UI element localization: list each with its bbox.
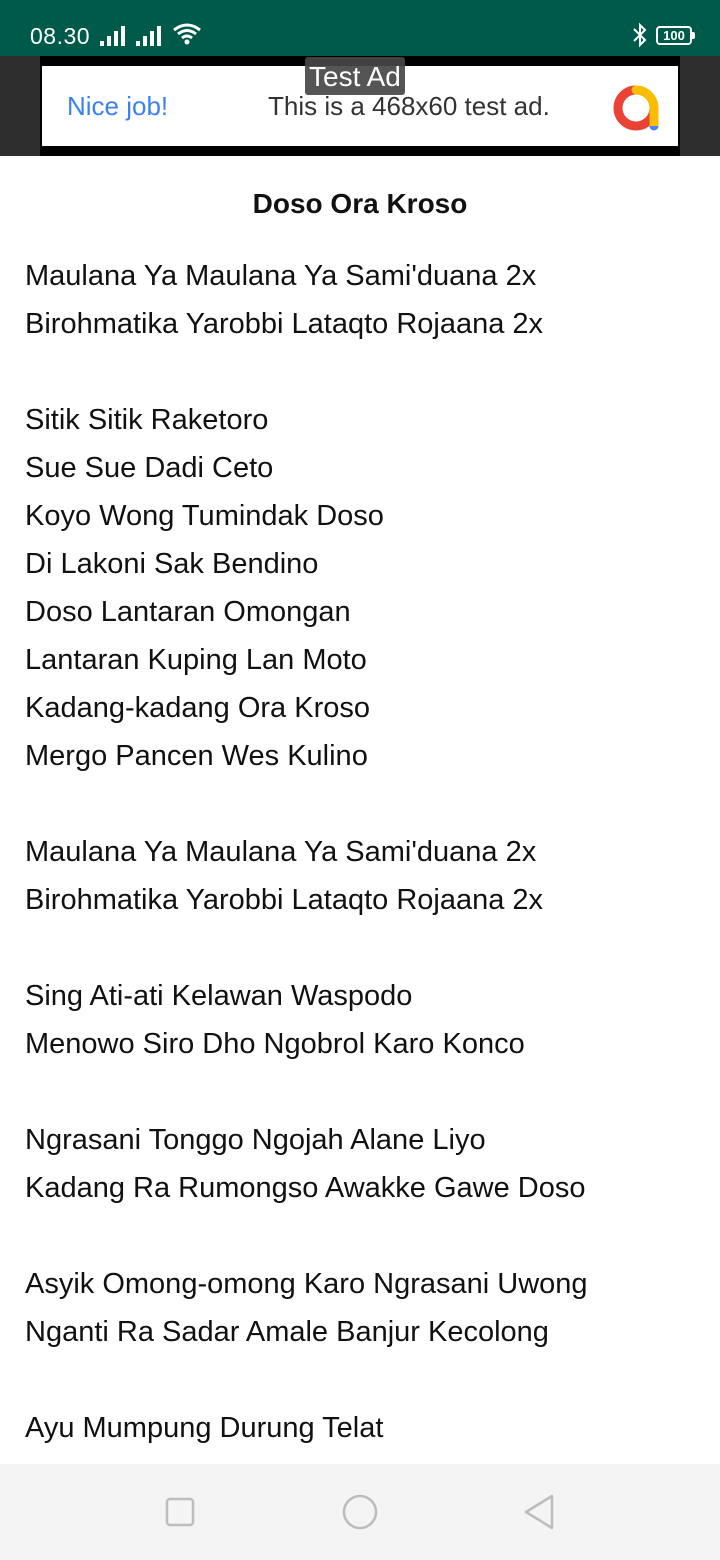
bluetooth-icon <box>633 22 647 48</box>
lyric-line: Asyik Omong-omong Karo Ngrasani Uwong <box>25 1268 588 1300</box>
lyric-line: Menowo Siro Dho Ngobrol Karo Konco <box>25 1028 525 1060</box>
lyric-line: Doso Lantaran Omongan <box>25 596 351 628</box>
battery-icon: 100 <box>656 25 695 45</box>
lyric-line: Di Lakoni Sak Bendino <box>25 548 319 580</box>
stanza-break <box>25 1212 705 1260</box>
lyrics-body: Maulana Ya Maulana Ya Sami'duana 2x Biroh… <box>25 252 705 1452</box>
lyric-line: Sue Sue Dadi Ceto <box>25 452 274 484</box>
lyric-line: Lantaran Kuping Lan Moto <box>25 644 367 676</box>
signal-icon <box>100 26 125 46</box>
ad-headline[interactable]: Nice job! <box>67 90 168 122</box>
test-ad-tag: Test Ad <box>305 57 405 95</box>
lyric-line: Birohmatika Yarobbi Lataqto Rojaana 2x <box>25 884 544 916</box>
lyric-line: Birohmatika Yarobbi Lataqto Rojaana 2x <box>25 308 544 340</box>
lyric-line: Sitik Sitik Raketoro <box>25 404 269 436</box>
status-icons-left <box>100 22 202 46</box>
status-bar: 08.30 100 <box>0 0 720 56</box>
admob-logo-icon[interactable] <box>612 84 660 132</box>
lyric-line: Kadang Ra Rumongso Awakke Gawe Doso <box>25 1172 586 1204</box>
recents-button[interactable] <box>160 1492 200 1532</box>
lyric-line: Nganti Ra Sadar Amale Banjur Kecolong <box>25 1316 549 1348</box>
lyric-line: Mergo Pancen Wes Kulino <box>25 740 368 772</box>
lyric-line: Koyo Wong Tumindak Doso <box>25 500 384 532</box>
stanza-break <box>25 924 705 972</box>
stanza-break <box>25 780 705 828</box>
status-icons-right: 100 <box>632 22 695 48</box>
status-time: 08.30 <box>30 23 91 49</box>
song-title: Doso Ora Kroso <box>252 188 468 219</box>
lyric-line: Sing Ati-ati Kelawan Waspodo <box>25 980 413 1012</box>
stanza-break <box>25 348 705 396</box>
lyric-line: Ayu Mumpung Durung Telat <box>25 1412 384 1444</box>
lyrics-content[interactable]: Doso Ora Kroso Maulana Ya Maulana Ya Sam… <box>0 156 720 1464</box>
battery-level: 100 <box>663 27 685 43</box>
back-button[interactable] <box>520 1492 560 1532</box>
home-button[interactable] <box>340 1492 380 1532</box>
lyric-line: Kadang-kadang Ora Kroso <box>25 692 370 724</box>
lyric-line: Maulana Ya Maulana Ya Sami'duana 2x <box>25 836 537 868</box>
lyric-line: Ngrasani Tonggo Ngojah Alane Liyo <box>25 1124 486 1156</box>
wifi-icon <box>173 23 201 45</box>
signal-icon <box>136 26 161 46</box>
navigation-bar <box>0 1464 720 1560</box>
stanza-break <box>25 1356 705 1404</box>
stanza-break <box>25 1068 705 1116</box>
lyric-line: Maulana Ya Maulana Ya Sami'duana 2x <box>25 260 537 292</box>
